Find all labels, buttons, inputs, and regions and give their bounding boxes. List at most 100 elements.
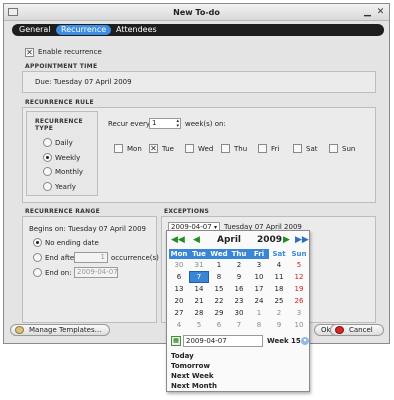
appointment-time-section: Due: Tuesday 07 April 2009 [22,71,376,93]
monthly-label: Monthly [55,168,84,176]
calendar-day[interactable]: 12 [289,271,309,283]
calendar-day[interactable]: 20 [169,295,189,307]
calendar-day[interactable]: 1 [249,307,269,319]
calendar-day[interactable]: 9 [269,319,289,331]
calendar-day[interactable]: 13 [169,283,189,295]
close-icon[interactable]: ✕ [375,7,386,18]
tue-checkbox[interactable]: ✕ [149,144,158,153]
cancel-button[interactable]: Cancel [330,324,384,336]
quick-next-week[interactable]: Next Week [171,372,214,380]
minimize-icon[interactable]: ▁ [362,7,373,18]
yearly-radio[interactable] [43,182,52,191]
calendar-day[interactable]: 30 [169,259,189,271]
calendar-day[interactable]: 19 [289,283,309,295]
enable-recurrence-checkbox[interactable]: ✕ [25,48,34,57]
calendar-date-input[interactable]: 2009-04-07 [183,335,263,347]
calendar-day[interactable]: 6 [169,271,189,283]
calendar-week-row: 4 5 6 7 8 9 10 [169,319,309,331]
calendar-day[interactable]: 22 [209,295,229,307]
calendar-year[interactable]: 2009 [257,235,282,245]
title-bar: New To-do ▁ ✕ [4,4,389,21]
calendar-day[interactable]: 24 [249,295,269,307]
fri-checkbox[interactable] [258,144,267,153]
calendar-week-row: 27 28 29 30 1 2 3 [169,307,309,319]
cancel-icon [335,326,344,334]
monthly-radio[interactable] [43,167,52,176]
quick-tomorrow[interactable]: Tomorrow [171,362,210,370]
weekday-sun: Sun [289,249,309,259]
calendar-day[interactable]: 26 [289,295,309,307]
end-on-radio[interactable] [33,268,42,277]
week-number-label[interactable]: Week 15 [267,337,301,345]
recur-every-spinbox[interactable]: 1 ▴ ▾ [149,118,181,129]
next-month-icon[interactable]: ▶ [283,236,290,245]
tab-general[interactable]: General [14,25,56,35]
calendar-day[interactable]: 2 [229,259,249,271]
sun-checkbox[interactable] [329,144,338,153]
calendar-day[interactable]: 7 [229,319,249,331]
calendar-day-selected[interactable]: 7 [189,271,209,283]
calendar-day[interactable]: 4 [269,259,289,271]
calendar-month[interactable]: April [217,235,241,245]
calendar-day[interactable]: 10 [289,319,309,331]
end-after-radio[interactable] [33,253,42,262]
calendar-day[interactable]: 18 [269,283,289,295]
recur-unit-label: week(s) on: [185,120,226,128]
calendar-day[interactable]: 25 [269,295,289,307]
spin-arrows-icon[interactable]: ▴ ▾ [176,119,179,129]
calendar-day[interactable]: 5 [189,319,209,331]
previous-month-icon[interactable]: ◀ [193,236,200,245]
recurrence-rule-section: RECURRENCE TYPE Daily Weekly Monthly Yea… [22,107,376,203]
daily-label: Daily [55,139,73,147]
calendar-day[interactable]: 10 [249,271,269,283]
calendar-day[interactable]: 9 [229,271,249,283]
calendar-day[interactable]: 21 [189,295,209,307]
end-on-date-field[interactable]: 2009-04-07 [74,267,118,278]
calendar-week-row: 30 31 1 2 3 4 5 [169,259,309,271]
thu-checkbox[interactable] [221,144,230,153]
date-picker-popup: ◀◀ ◀ April 2009 ▶ ▶▶ Mon Tue Wed Thu Fri… [166,230,310,392]
calendar-day[interactable]: 11 [269,271,289,283]
calendar-day[interactable]: 27 [169,307,189,319]
calendar-day[interactable]: 31 [189,259,209,271]
tab-attendees[interactable]: Attendees [111,25,162,35]
calendar-day[interactable]: 29 [209,307,229,319]
calendar-day[interactable]: 30 [229,307,249,319]
calendar-day[interactable]: 14 [189,283,209,295]
tue-label: Tue [162,145,174,153]
weekly-radio[interactable] [43,153,52,162]
wed-label: Wed [198,145,214,153]
calendar-day[interactable]: 8 [209,271,229,283]
week-dropdown-icon[interactable]: ▾ [301,337,309,345]
calendar-day[interactable]: 8 [249,319,269,331]
window-menu-icon[interactable] [8,8,18,16]
sat-label: Sat [306,145,318,153]
calendar-day[interactable]: 15 [209,283,229,295]
wed-checkbox[interactable] [185,144,194,153]
end-after-spinbox[interactable]: 1 [74,252,108,263]
calendar-day[interactable]: 17 [249,283,269,295]
manage-templates-button[interactable]: Manage Templates... [10,324,110,336]
tab-recurrence[interactable]: Recurrence [56,25,112,35]
calendar-day[interactable]: 5 [289,259,309,271]
daily-radio[interactable] [43,138,52,147]
calendar-day[interactable]: 3 [249,259,269,271]
calendar-day[interactable]: 6 [209,319,229,331]
previous-year-icon[interactable]: ◀◀ [171,236,185,245]
calendar-day[interactable]: 4 [169,319,189,331]
next-year-icon[interactable]: ▶▶ [295,236,309,245]
calendar-day[interactable]: 28 [189,307,209,319]
calendar-day[interactable]: 3 [289,307,309,319]
calendar-day[interactable]: 2 [269,307,289,319]
calendar-weekday-header: Mon Tue Wed Thu Fri Sat Sun [169,249,309,259]
quick-next-month[interactable]: Next Month [171,382,217,390]
sat-checkbox[interactable] [293,144,302,153]
quick-today[interactable]: Today [171,352,194,360]
calendar-day[interactable]: 1 [209,259,229,271]
calendar-grid: Mon Tue Wed Thu Fri Sat Sun 30 31 1 2 3 … [169,249,309,331]
no-ending-radio[interactable] [33,238,42,247]
appointment-time-title: APPOINTMENT TIME [25,63,98,70]
mon-checkbox[interactable] [114,144,123,153]
calendar-day[interactable]: 23 [229,295,249,307]
calendar-day[interactable]: 16 [229,283,249,295]
